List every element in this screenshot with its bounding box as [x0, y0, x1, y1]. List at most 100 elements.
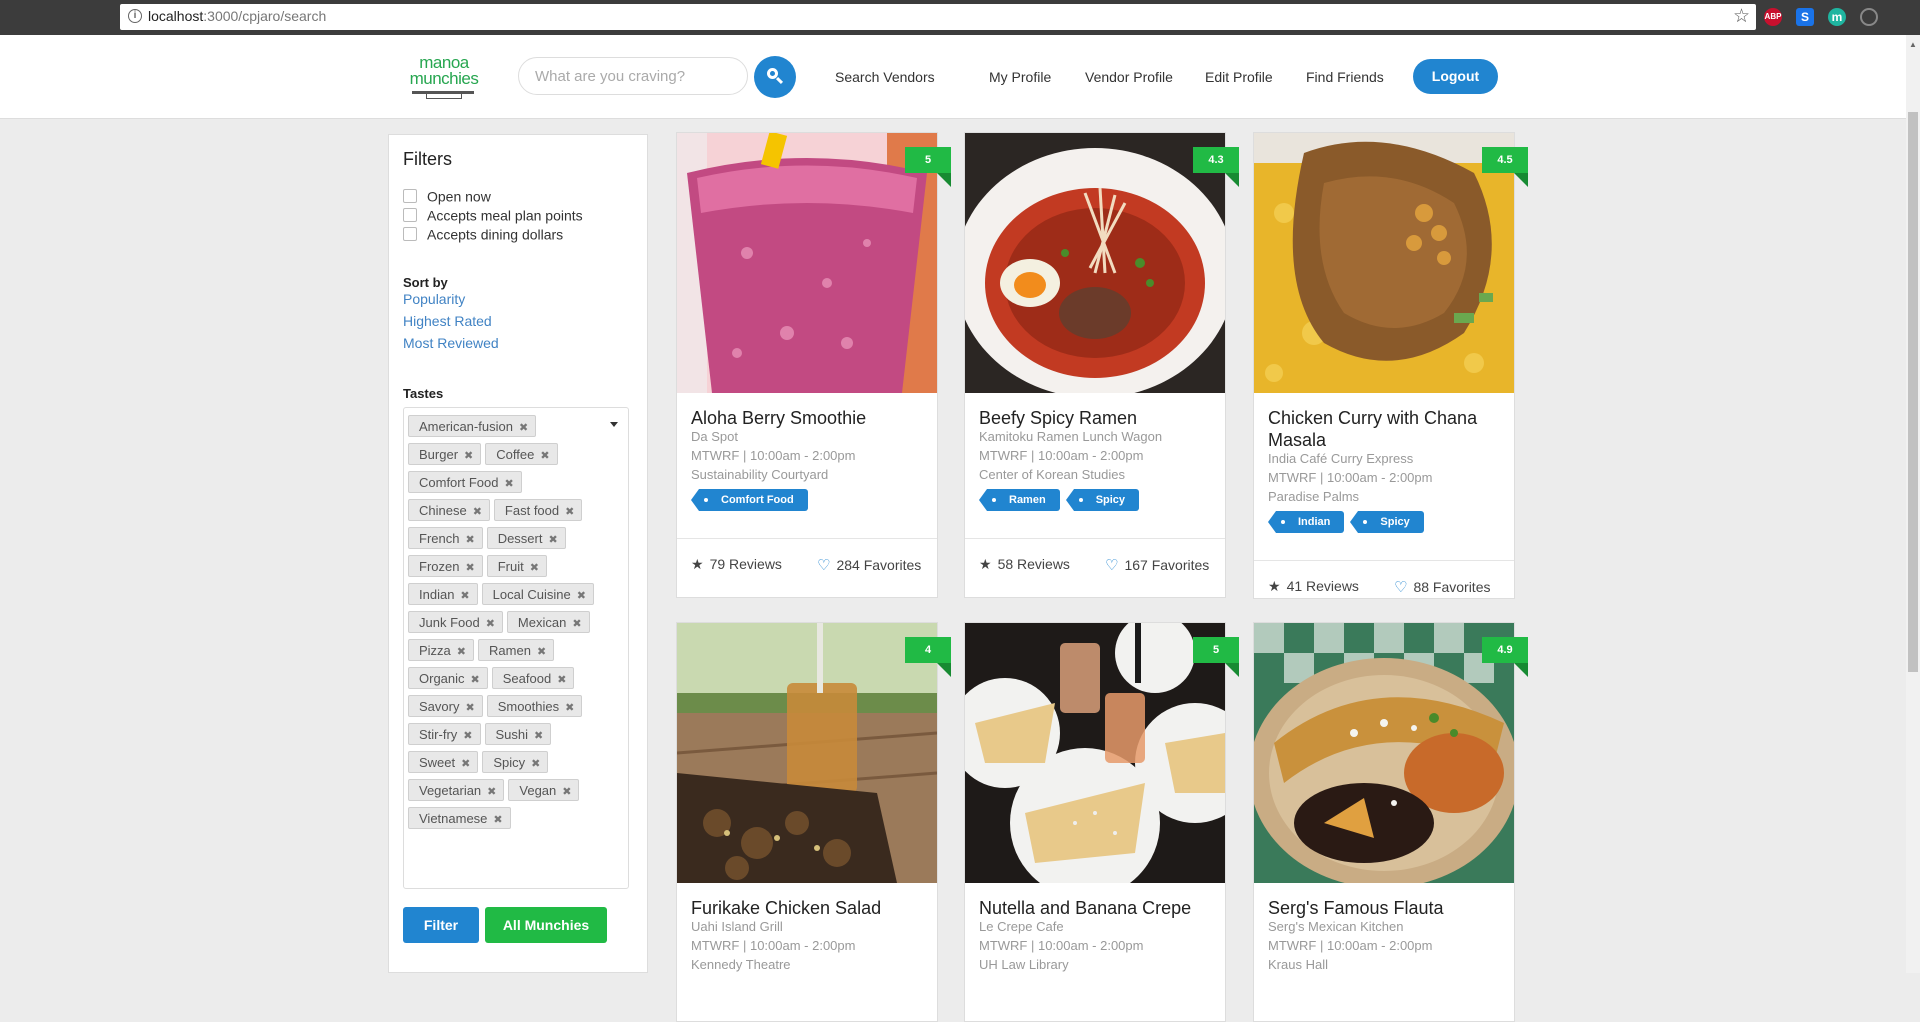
taste-tag[interactable]: Ramen ✖	[478, 639, 555, 661]
remove-tag-icon[interactable]: ✖	[460, 590, 469, 602]
remove-tag-icon[interactable]: ✖	[457, 646, 466, 658]
food-name[interactable]: Chicken Curry with Chana Masala	[1268, 407, 1504, 451]
taste-tag[interactable]: Chinese ✖	[408, 499, 490, 521]
taste-chip[interactable]: Comfort Food	[691, 489, 808, 511]
remove-tag-icon[interactable]: ✖	[557, 674, 566, 686]
search-input[interactable]	[518, 57, 748, 95]
scroll-up-arrow-icon[interactable]: ▲	[1909, 40, 1917, 49]
nav-find-friends[interactable]: Find Friends	[1306, 69, 1384, 85]
taste-tag[interactable]: Sweet ✖	[408, 751, 479, 773]
taste-tag[interactable]: American-fusion ✖	[408, 415, 537, 437]
remove-tag-icon[interactable]: ✖	[548, 534, 557, 546]
favorites-count[interactable]: ♡ 88 Favorites	[1394, 578, 1491, 596]
food-image[interactable]	[965, 623, 1225, 883]
taste-tag[interactable]: Junk Food ✖	[408, 611, 503, 633]
taste-tag[interactable]: Smoothies ✖	[486, 695, 583, 717]
remove-tag-icon[interactable]: ✖	[461, 758, 470, 770]
remove-tag-icon[interactable]: ✖	[465, 534, 474, 546]
remove-tag-icon[interactable]: ✖	[540, 450, 549, 462]
nav-my-profile[interactable]: My Profile	[989, 69, 1051, 85]
remove-tag-icon[interactable]: ✖	[473, 506, 482, 518]
food-name[interactable]: Beefy Spicy Ramen	[979, 407, 1215, 429]
nav-edit-profile[interactable]: Edit Profile	[1205, 69, 1273, 85]
favorites-count[interactable]: ♡ 284 Favorites	[817, 556, 921, 574]
vendor-card[interactable]: 4.9 Serg's Famous Flauta Serg's Mexican Ki…	[1253, 622, 1528, 1022]
remove-tag-icon[interactable]: ✖	[565, 702, 574, 714]
manoa-munchies-logo[interactable]: manoa munchies	[406, 54, 482, 99]
remove-tag-icon[interactable]: ✖	[530, 562, 539, 574]
food-name[interactable]: Aloha Berry Smoothie	[691, 407, 927, 429]
remove-tag-icon[interactable]: ✖	[464, 450, 473, 462]
checkbox-open-now[interactable]: Open now	[403, 187, 491, 204]
food-image[interactable]	[965, 133, 1225, 393]
taste-tag[interactable]: Stir-fry ✖	[408, 723, 481, 745]
search-button[interactable]	[754, 56, 796, 98]
checkbox-box[interactable]	[403, 189, 417, 204]
food-image[interactable]	[1254, 133, 1514, 393]
remove-tag-icon[interactable]: ✖	[537, 646, 546, 658]
vendor-card[interactable]: 4 Furikake Chicken Salad Uahi Island Grill…	[676, 622, 951, 1022]
all-munchies-button[interactable]: All Munchies	[485, 907, 607, 943]
taste-tag[interactable]: Savory ✖	[408, 695, 483, 717]
remove-tag-icon[interactable]: ✖	[519, 422, 528, 434]
taste-tag[interactable]: Indian ✖	[408, 583, 478, 605]
checkbox-dining-dollars[interactable]: Accepts dining dollars	[403, 225, 563, 242]
tastes-multiselect[interactable]: American-fusion ✖ Burger ✖ Coffee ✖ Comfort Fo…	[403, 407, 629, 889]
remove-tag-icon[interactable]: ✖	[463, 730, 472, 742]
taste-chip[interactable]: Spicy	[1350, 511, 1424, 533]
taste-chip[interactable]: Spicy	[1065, 489, 1140, 511]
sort-most-reviewed-link[interactable]: Most Reviewed	[403, 335, 499, 351]
food-name[interactable]: Serg's Famous Flauta	[1268, 897, 1504, 919]
taste-tag[interactable]: Dessert ✖	[486, 527, 566, 549]
nav-search-vendors[interactable]: Search Vendors	[835, 69, 935, 85]
remove-tag-icon[interactable]: ✖	[465, 702, 474, 714]
vendor-card[interactable]: 4.5 Chicken Curry with Chana Masala India …	[1253, 132, 1528, 599]
taste-tag[interactable]: Vietnamese ✖	[408, 807, 511, 829]
sort-popularity-link[interactable]: Popularity	[403, 291, 465, 307]
bookmark-star-icon[interactable]: ☆	[1733, 5, 1750, 28]
taste-tag[interactable]: Mexican ✖	[506, 611, 590, 633]
remove-tag-icon[interactable]: ✖	[572, 618, 581, 630]
taste-tag[interactable]: Burger ✖	[408, 443, 482, 465]
taste-tag[interactable]: Local Cuisine ✖	[481, 583, 594, 605]
reviews-count[interactable]: ★ 79 Reviews	[691, 556, 782, 573]
url-text[interactable]: localhost:3000/cpjaro/search	[148, 8, 326, 24]
food-image[interactable]	[1254, 623, 1514, 883]
taste-tag[interactable]: Frozen ✖	[408, 555, 483, 577]
taste-tag[interactable]: Pizza ✖	[408, 639, 475, 661]
taste-tag[interactable]: Sushi ✖	[484, 723, 552, 745]
remove-tag-icon[interactable]: ✖	[487, 786, 496, 798]
checkbox-box[interactable]	[403, 208, 417, 223]
remove-tag-icon[interactable]: ✖	[562, 786, 571, 798]
filter-button[interactable]: Filter	[403, 907, 479, 943]
taste-tag[interactable]: Spicy ✖	[482, 751, 549, 773]
food-name[interactable]: Furikake Chicken Salad	[691, 897, 927, 919]
remove-tag-icon[interactable]: ✖	[577, 590, 586, 602]
adblock-extension-icon[interactable]: ABP	[1764, 8, 1782, 26]
taste-tag[interactable]: Coffee ✖	[485, 443, 558, 465]
remove-tag-icon[interactable]: ✖	[486, 618, 495, 630]
taste-tag[interactable]: Comfort Food ✖	[408, 471, 522, 493]
taste-tag[interactable]: Organic ✖	[408, 667, 488, 689]
logout-button[interactable]: Logout	[1413, 59, 1498, 94]
taste-tag[interactable]: Vegetarian ✖	[408, 779, 505, 801]
taste-tag[interactable]: Seafood ✖	[491, 667, 575, 689]
remove-tag-icon[interactable]: ✖	[531, 758, 540, 770]
info-icon[interactable]: i	[128, 9, 142, 23]
food-name[interactable]: Nutella and Banana Crepe	[979, 897, 1215, 919]
food-image[interactable]	[677, 623, 937, 883]
address-bar[interactable]: i localhost:3000/cpjaro/search ☆	[120, 4, 1756, 30]
sync-extension-icon[interactable]	[1860, 8, 1878, 26]
vendor-card[interactable]: 5 Aloha Berry Smoothie Da Spot MTWRF | 10:0…	[676, 132, 951, 598]
remove-tag-icon[interactable]: ✖	[493, 814, 502, 826]
nav-vendor-profile[interactable]: Vendor Profile	[1085, 69, 1173, 85]
remove-tag-icon[interactable]: ✖	[565, 506, 574, 518]
vendor-card[interactable]: 5 Nutella and Banana Crepe Le Crepe Cafe MT…	[964, 622, 1239, 1022]
dropdown-caret-icon[interactable]	[610, 422, 618, 427]
food-image[interactable]	[677, 133, 937, 393]
favorites-count[interactable]: ♡ 167 Favorites	[1105, 556, 1209, 574]
remove-tag-icon[interactable]: ✖	[471, 674, 480, 686]
s-extension-icon[interactable]: S	[1796, 8, 1814, 26]
m-extension-icon[interactable]: m	[1828, 8, 1846, 26]
vendor-card[interactable]: 4.3 Beefy Spicy Ramen Kamitoku Ramen Lunch…	[964, 132, 1239, 598]
